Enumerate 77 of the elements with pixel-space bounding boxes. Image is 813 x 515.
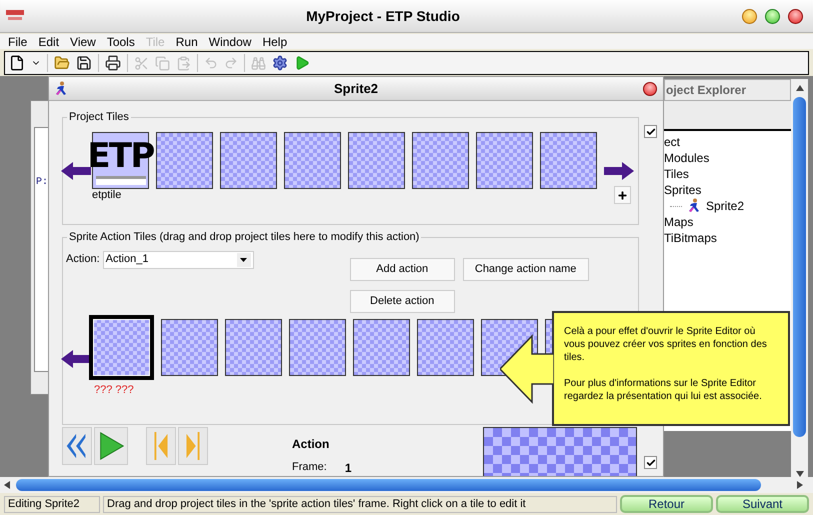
callout-text: Pour plus d'informations sur le Sprite Editor regardez la présentation qui lui est associée. — [564, 377, 763, 403]
menu-item[interactable]: Help — [262, 36, 288, 48]
tile[interactable] — [476, 132, 533, 188]
tile[interactable] — [348, 132, 405, 188]
left-arrow-icon[interactable] — [4, 481, 10, 489]
tile[interactable] — [225, 318, 282, 376]
group-label: Sprite Action Tiles (drag and drop project tiles here to modify this action) — [68, 230, 420, 245]
right-arrow-icon[interactable] — [797, 481, 803, 489]
tile[interactable] — [161, 318, 218, 376]
tile-caption: ??? ??? — [94, 382, 134, 398]
action-dropdown[interactable]: Action_1 — [102, 250, 254, 268]
action-button[interactable]: Add action — [350, 258, 455, 280]
nav-button[interactable]: Retour — [620, 495, 713, 513]
nav-button[interactable]: Suivant — [716, 495, 809, 513]
tile[interactable] — [284, 132, 341, 188]
section-heading: Action — [292, 436, 330, 453]
tree-item[interactable]: Tiles — [664, 168, 689, 180]
add-button[interactable] — [614, 186, 631, 204]
tile[interactable] — [89, 314, 154, 380]
scroll-left-arrow[interactable] — [61, 162, 91, 180]
printer-icon[interactable] — [105, 55, 121, 71]
down-arrow-icon[interactable] — [796, 471, 804, 477]
menu-item[interactable]: Run — [176, 36, 198, 48]
checkbox[interactable] — [644, 456, 657, 469]
menu-item[interactable]: File — [8, 36, 28, 48]
tree-item[interactable]: Sprite2 — [706, 200, 744, 212]
rewind-button[interactable] — [62, 427, 92, 465]
horizontal-scrollbar[interactable] — [0, 477, 813, 493]
field-label: Frame: — [292, 460, 327, 475]
tree-item[interactable]: Sprites — [664, 184, 702, 196]
tile[interactable] — [156, 132, 213, 188]
menu-item[interactable]: View — [70, 36, 96, 48]
frame-value: 1 — [344, 460, 352, 476]
scroll-right-arrow[interactable] — [604, 162, 634, 180]
close-button[interactable] — [788, 8, 803, 24]
window-title: MyProject - ETP Studio — [305, 6, 461, 26]
tile-label: etptile — [92, 188, 122, 202]
group-label: Project Tiles — [68, 110, 130, 125]
field-label: Action: — [66, 252, 100, 266]
menu-item[interactable]: Edit — [38, 36, 60, 48]
action-button[interactable]: Change action name — [462, 258, 589, 280]
close-button[interactable] — [643, 82, 657, 96]
tile[interactable] — [353, 318, 410, 376]
action-button[interactable]: Delete action — [350, 290, 455, 312]
tree-item[interactable]: TiBitmaps — [664, 232, 717, 244]
code-text: P: — [36, 177, 48, 188]
panel-title: oject Explorer — [666, 82, 746, 99]
checkbox[interactable] — [644, 125, 657, 138]
running-figure-icon — [53, 80, 69, 96]
tile[interactable] — [540, 132, 597, 188]
window-title: Sprite2 — [332, 80, 380, 98]
app-logo-icon — [6, 10, 24, 22]
caret-icon — [240, 258, 248, 262]
play-button[interactable] — [94, 427, 128, 465]
tile[interactable] — [412, 132, 469, 188]
up-arrow-icon[interactable] — [796, 85, 804, 91]
new-file-icon[interactable] — [9, 55, 25, 71]
gear-icon[interactable] — [272, 55, 288, 71]
save-icon[interactable] — [76, 55, 92, 71]
tile[interactable] — [289, 318, 346, 376]
status-message: Drag and drop project tiles in the 'sprite action tiles' frame. Right click on a tile to edit it — [103, 496, 617, 512]
plus-icon — [617, 190, 628, 201]
status-text: Editing Sprite2 — [4, 496, 100, 512]
folder-icon[interactable] — [54, 55, 70, 71]
tree-item[interactable]: Modules — [664, 152, 710, 164]
play-icon[interactable] — [294, 55, 310, 71]
menu-item[interactable]: Tools — [106, 36, 135, 48]
menu-item[interactable]: Window — [208, 36, 252, 48]
tree-item[interactable]: Maps — [664, 216, 694, 228]
tile[interactable] — [417, 318, 474, 376]
tree-item[interactable]: ect — [664, 136, 680, 148]
callout-text: Celà a pour effet d'ouvrir le Sprite Editor où vous pouvez créer vos sprites en fonction des tiles. — [564, 325, 768, 364]
minimize-button[interactable] — [742, 8, 757, 24]
maximize-button[interactable] — [765, 8, 780, 24]
scroll-left-arrow[interactable] — [61, 350, 91, 368]
tile[interactable] — [220, 132, 277, 188]
vertical-scrollbar[interactable] — [791, 79, 808, 477]
